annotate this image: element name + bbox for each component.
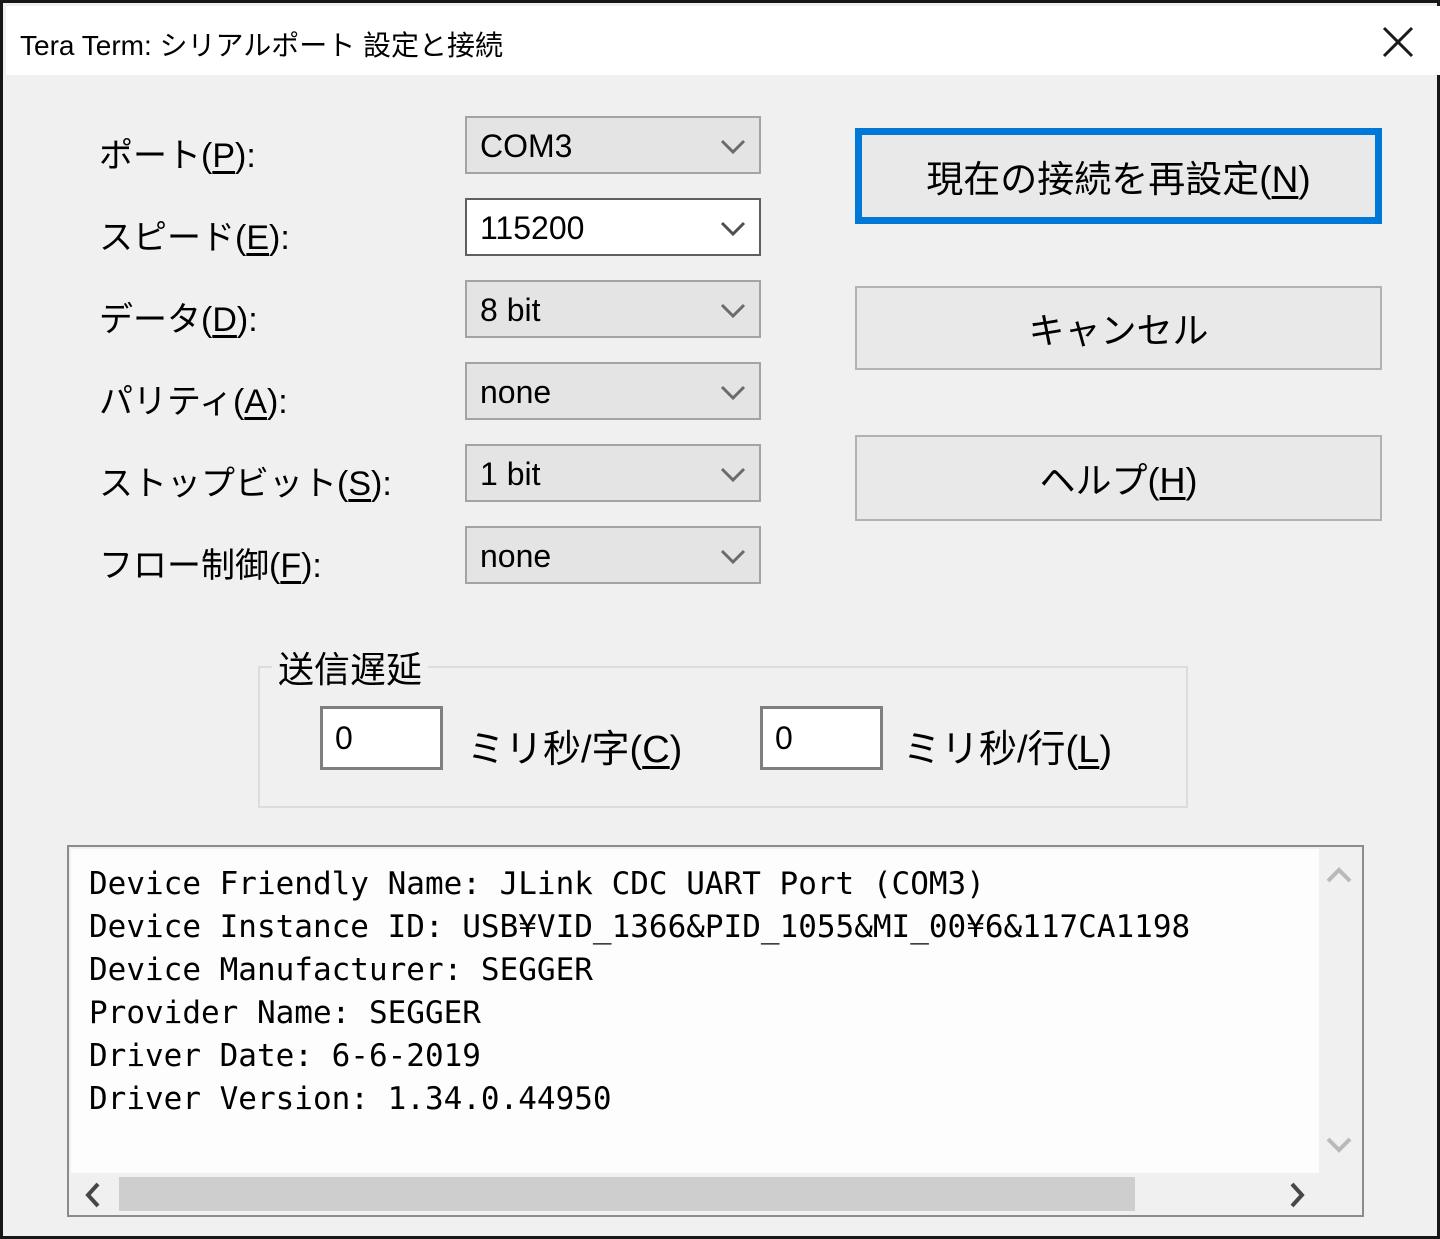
- provider-name-line: Provider Name: SEGGER: [89, 992, 481, 1035]
- vertical-scrollbar[interactable]: [1317, 849, 1360, 1173]
- data-bits-combobox[interactable]: 8 bit: [465, 280, 761, 338]
- close-icon: [1380, 24, 1416, 60]
- device-info-text: Device Friendly Name: JLink CDC UART Por…: [71, 849, 1319, 1173]
- driver-version-line: Driver Version: 1.34.0.44950: [89, 1078, 612, 1121]
- transmit-delay-title: 送信遅延: [272, 641, 428, 693]
- scroll-down-button[interactable]: [1325, 1137, 1353, 1158]
- scroll-right-button[interactable]: [1289, 1181, 1305, 1214]
- port-combobox[interactable]: COM3: [465, 116, 761, 174]
- chevron-down-icon: [719, 303, 747, 319]
- parity-combobox[interactable]: none: [465, 362, 761, 420]
- parity-value: none: [480, 374, 551, 411]
- window-title: Tera Term: シリアルポート 設定と接続: [20, 24, 503, 64]
- speed-value: 115200: [480, 210, 584, 247]
- help-button[interactable]: ヘルプ(H): [855, 435, 1382, 521]
- msec-per-line-label: ミリ秒/行(L): [903, 718, 1112, 773]
- chevron-down-icon: [719, 549, 747, 565]
- chevron-up-icon: [1325, 867, 1353, 883]
- stop-bits-value: 1 bit: [480, 456, 540, 493]
- data-label: データ(D):: [99, 292, 258, 341]
- port-label: ポート(P):: [99, 128, 256, 177]
- scroll-up-button[interactable]: [1325, 867, 1353, 888]
- parity-label: パリティ(A):: [99, 374, 288, 423]
- chevron-down-icon: [719, 385, 747, 401]
- chevron-down-icon: [1325, 1137, 1353, 1153]
- chevron-down-icon: [719, 221, 747, 237]
- chevron-left-icon: [85, 1181, 101, 1209]
- device-info-listbox: Device Friendly Name: JLink CDC UART Por…: [67, 845, 1364, 1217]
- horizontal-scroll-thumb[interactable]: [119, 1177, 1135, 1211]
- data-bits-value: 8 bit: [480, 292, 540, 329]
- msec-per-char-input[interactable]: [320, 706, 443, 770]
- horizontal-scrollbar[interactable]: [71, 1175, 1319, 1213]
- reconfigure-connection-button[interactable]: 現在の接続を再設定(N): [855, 128, 1382, 224]
- transmit-delay-group: 送信遅延 ミリ秒/字(C) ミリ秒/行(L): [258, 666, 1188, 808]
- msec-per-char-label: ミリ秒/字(C): [467, 718, 682, 773]
- scroll-left-button[interactable]: [85, 1181, 101, 1214]
- msec-per-line-input[interactable]: [760, 706, 883, 770]
- chevron-down-icon: [719, 467, 747, 483]
- driver-date-line: Driver Date: 6-6-2019: [89, 1035, 481, 1078]
- titlebar: Tera Term: シリアルポート 設定と接続: [6, 6, 1440, 75]
- close-button[interactable]: [1376, 20, 1420, 64]
- port-value: COM3: [480, 128, 572, 165]
- device-instance-id-line: Device Instance ID: USB¥VID_1366&PID_105…: [89, 906, 1190, 949]
- device-friendly-name-line: Device Friendly Name: JLink CDC UART Por…: [89, 863, 985, 906]
- chevron-right-icon: [1289, 1181, 1305, 1209]
- stop-bits-label: ストップビット(S):: [99, 456, 392, 505]
- flow-control-value: none: [480, 538, 551, 575]
- speed-label: スピード(E):: [99, 210, 290, 259]
- chevron-down-icon: [719, 139, 747, 155]
- device-manufacturer-line: Device Manufacturer: SEGGER: [89, 949, 593, 992]
- flow-control-combobox[interactable]: none: [465, 526, 761, 584]
- cancel-button[interactable]: キャンセル: [855, 286, 1382, 370]
- speed-combobox[interactable]: 115200: [465, 198, 761, 256]
- flow-control-label: フロー制御(F):: [99, 538, 322, 587]
- serial-port-setup-dialog: Tera Term: シリアルポート 設定と接続 ポート(P): スピード(E)…: [0, 0, 1440, 1239]
- stop-bits-combobox[interactable]: 1 bit: [465, 444, 761, 502]
